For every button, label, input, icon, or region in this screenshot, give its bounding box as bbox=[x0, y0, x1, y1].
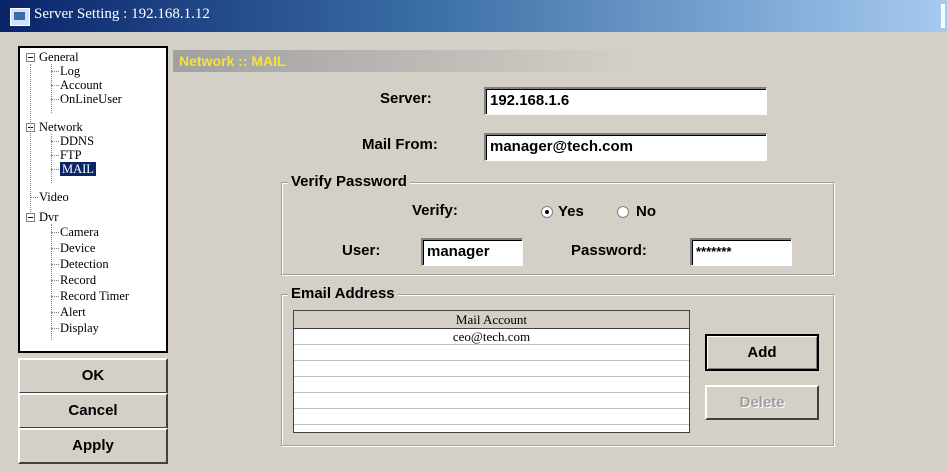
no-radio-label[interactable]: No bbox=[636, 203, 656, 220]
tree-item-onlineuser[interactable]: OnLineUser bbox=[60, 92, 122, 106]
cancel-button[interactable]: Cancel bbox=[18, 393, 168, 429]
tree-item-ftp[interactable]: FTP bbox=[60, 148, 82, 162]
password-label: Password: bbox=[571, 242, 647, 259]
list-item[interactable] bbox=[294, 393, 689, 409]
server-label: Server: bbox=[380, 90, 432, 107]
tree-connector bbox=[51, 264, 59, 265]
tree-item-network[interactable]: Network bbox=[39, 120, 83, 134]
tree-connector bbox=[51, 296, 59, 297]
list-item[interactable] bbox=[294, 345, 689, 361]
tree-item-camera[interactable]: Camera bbox=[60, 225, 99, 239]
server-input[interactable]: 192.168.1.6 bbox=[484, 87, 767, 115]
tree-connector bbox=[51, 328, 59, 329]
tree-item-detection[interactable]: Detection bbox=[60, 257, 109, 271]
tree-connector bbox=[51, 232, 59, 233]
user-input[interactable]: manager bbox=[421, 238, 523, 266]
list-item[interactable] bbox=[294, 409, 689, 425]
mail-account-column-header[interactable]: Mail Account bbox=[294, 311, 689, 329]
mail-from-label: Mail From: bbox=[362, 136, 438, 153]
tree-connector bbox=[51, 99, 59, 100]
mail-from-input[interactable]: manager@tech.com bbox=[484, 133, 767, 161]
no-radio[interactable] bbox=[617, 206, 629, 218]
tree-item-display[interactable]: Display bbox=[60, 321, 99, 335]
apply-button[interactable]: Apply bbox=[18, 428, 168, 464]
user-label: User: bbox=[342, 242, 381, 259]
list-item[interactable] bbox=[294, 377, 689, 393]
tree-item-mail[interactable]: MAIL bbox=[60, 162, 96, 176]
list-item[interactable]: ceo@tech.com bbox=[294, 329, 689, 345]
tree-item-device[interactable]: Device bbox=[60, 241, 95, 255]
ok-button[interactable]: OK bbox=[18, 358, 168, 394]
tree-item-account[interactable]: Account bbox=[60, 78, 102, 92]
tree-item-record[interactable]: Record bbox=[60, 273, 96, 287]
tree-connector bbox=[51, 141, 59, 142]
tree-connector bbox=[51, 169, 59, 170]
yes-radio[interactable] bbox=[541, 206, 553, 218]
password-input[interactable]: ******* bbox=[690, 238, 792, 266]
collapse-icon[interactable] bbox=[26, 53, 35, 62]
email-address-title: Email Address bbox=[288, 285, 398, 302]
verify-password-title: Verify Password bbox=[288, 173, 410, 190]
verify-label: Verify: bbox=[412, 202, 458, 219]
tree-item-log[interactable]: Log bbox=[60, 64, 80, 78]
settings-tree[interactable]: General Log Account OnLineUser Network D… bbox=[18, 46, 168, 353]
tree-item-mail-label: MAIL bbox=[60, 162, 96, 176]
tree-item-alert[interactable]: Alert bbox=[60, 305, 86, 319]
yes-radio-label[interactable]: Yes bbox=[558, 203, 584, 220]
tree-item-general[interactable]: General bbox=[39, 50, 79, 64]
list-item[interactable] bbox=[294, 361, 689, 377]
server-setting-icon bbox=[10, 8, 30, 26]
title-bar[interactable]: Server Setting : 192.168.1.12 bbox=[0, 0, 947, 32]
window-title: Server Setting : 192.168.1.12 bbox=[34, 6, 210, 22]
tree-item-video[interactable]: Video bbox=[39, 190, 69, 204]
tree-connector bbox=[51, 224, 52, 340]
tree-connector bbox=[51, 248, 59, 249]
tree-connector bbox=[30, 197, 38, 198]
tree-item-ddns[interactable]: DDNS bbox=[60, 134, 94, 148]
section-title: Network :: MAIL bbox=[173, 50, 947, 72]
mail-account-list[interactable]: Mail Account ceo@tech.com bbox=[293, 310, 690, 433]
window-edge bbox=[941, 4, 945, 28]
collapse-icon[interactable] bbox=[26, 213, 35, 222]
add-button[interactable]: Add bbox=[705, 334, 819, 371]
tree-connector bbox=[51, 71, 59, 72]
tree-item-record-timer[interactable]: Record Timer bbox=[60, 289, 129, 303]
tree-connector bbox=[51, 312, 59, 313]
tree-item-dvr[interactable]: Dvr bbox=[39, 210, 58, 224]
tree-connector bbox=[51, 280, 59, 281]
tree-connector bbox=[51, 85, 59, 86]
tree-connector bbox=[51, 155, 59, 156]
delete-button[interactable]: Delete bbox=[705, 385, 819, 420]
